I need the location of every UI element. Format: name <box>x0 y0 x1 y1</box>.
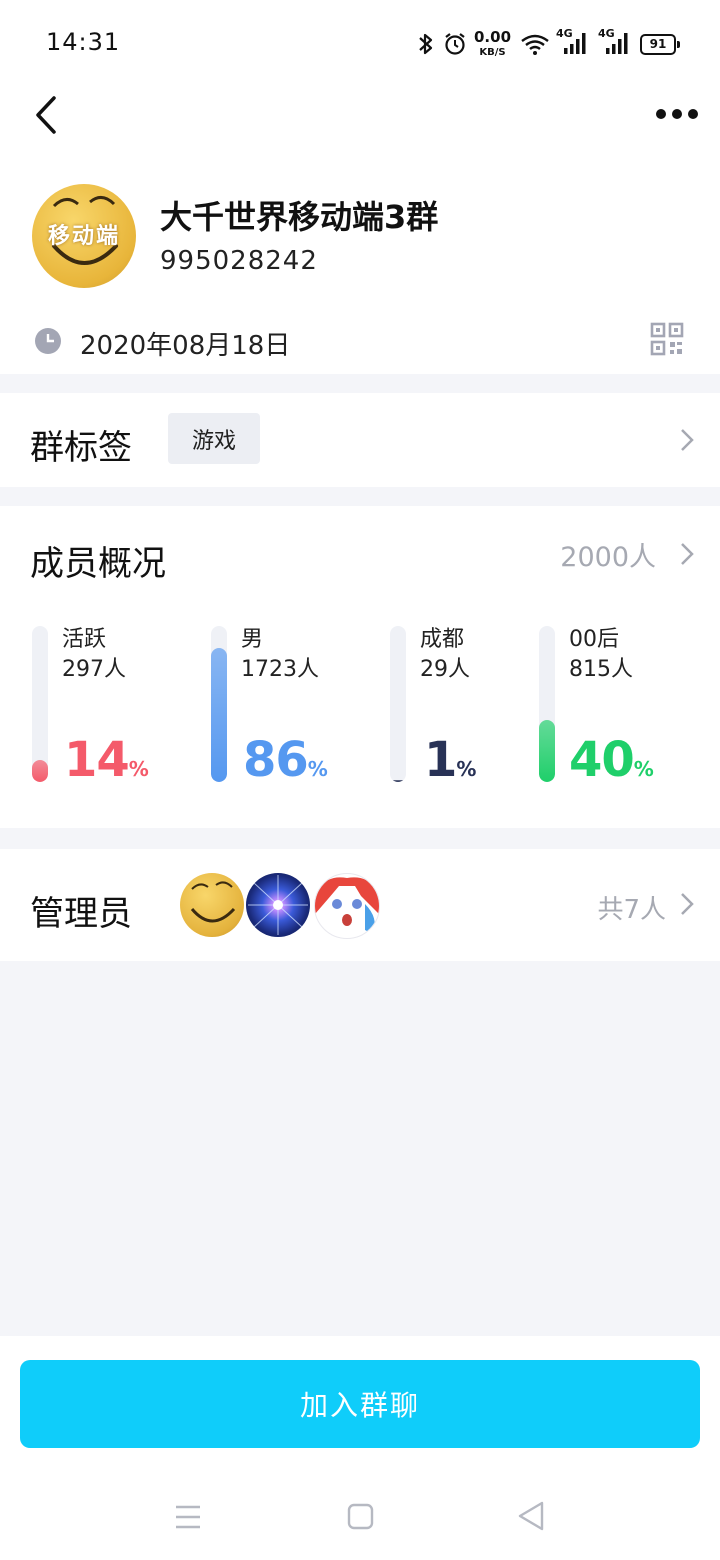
stat-count: 815人 <box>569 657 633 682</box>
back-triangle-icon <box>518 1501 544 1531</box>
stat-city: 成都 29人 1% <box>390 624 530 794</box>
members-count: 2000人 <box>560 542 656 573</box>
qr-code-button[interactable] <box>650 322 684 356</box>
net-speed-unit: KB/S <box>479 47 506 58</box>
bluetooth-icon <box>416 30 436 58</box>
stat-label: 00后 <box>569 627 619 652</box>
stat-age: 00后 815人 40% <box>539 624 699 794</box>
wifi-icon <box>520 30 550 58</box>
signal-icon: 4G <box>556 27 588 58</box>
percent-sign: % <box>633 757 654 781</box>
stat-bar-track <box>539 626 555 782</box>
stat-bar-track <box>211 626 227 782</box>
chevron-right-icon <box>676 890 698 918</box>
group-name: 大千世界移动端3群 <box>160 198 439 236</box>
nav-menu-button[interactable] <box>170 1500 206 1534</box>
stat-percent: 1% <box>424 732 476 788</box>
clock-icon <box>34 327 62 355</box>
battery-level: 91 <box>640 33 676 55</box>
stat-bar-track <box>390 626 406 782</box>
stat-percent: 86% <box>243 732 328 788</box>
stat-percent: 40% <box>569 732 654 788</box>
tag-chip: 游戏 <box>168 413 260 464</box>
stat-count: 1723人 <box>241 657 319 682</box>
admin-avatar[interactable] <box>246 873 310 937</box>
tags-title: 群标签 <box>30 428 132 468</box>
stat-bar-fill <box>211 648 227 782</box>
admins-title: 管理员 <box>30 894 132 934</box>
home-square-icon <box>347 1503 374 1530</box>
group-id: 995028242 <box>160 246 318 276</box>
chevron-right-icon <box>676 540 698 568</box>
stat-label: 成都 <box>420 627 465 652</box>
admin-avatar[interactable] <box>180 873 244 937</box>
stat-label: 活跃 <box>62 627 107 652</box>
stat-percent-value: 86 <box>243 732 309 788</box>
stat-bar-fill <box>32 760 48 782</box>
stat-percent-value: 1 <box>424 732 457 788</box>
stat-male: 男 1723人 86% <box>211 624 371 794</box>
qr-code-icon <box>650 322 684 356</box>
status-time: 14:31 <box>46 28 121 56</box>
avatar-text: 移动端 <box>47 224 120 249</box>
stat-percent-value: 14 <box>64 732 130 788</box>
stat-percent: 14% <box>64 732 149 788</box>
net-speed-value: 0.00 <box>474 28 512 46</box>
stat-percent-value: 40 <box>569 732 635 788</box>
stat-label: 男 <box>241 627 264 652</box>
nav-home-button[interactable] <box>344 1500 378 1534</box>
stat-count: 29人 <box>420 657 470 682</box>
signal-icon-2: 4G <box>598 27 630 58</box>
chevron-left-icon <box>36 96 56 134</box>
stat-bar-track <box>32 626 48 782</box>
net-speed: 0.00 KB/S <box>474 28 512 59</box>
created-date: 2020年08月18日 <box>80 331 291 361</box>
stat-active: 活跃 297人 14% <box>32 624 192 794</box>
admin-avatar[interactable] <box>314 873 380 939</box>
chevron-right-icon <box>676 426 698 454</box>
back-button[interactable] <box>28 92 68 138</box>
members-title: 成员概况 <box>30 544 166 584</box>
admins-count: 共7人 <box>597 895 666 925</box>
menu-icon <box>176 1505 200 1529</box>
stat-bar-fill <box>390 780 406 782</box>
join-group-button[interactable]: 加入群聊 <box>20 1360 700 1448</box>
percent-sign: % <box>456 757 477 781</box>
stat-bar-fill <box>539 720 555 782</box>
nav-back-button[interactable] <box>514 1498 548 1534</box>
more-dots-icon <box>656 109 698 119</box>
percent-sign: % <box>307 757 328 781</box>
alarm-icon <box>442 30 468 58</box>
battery-icon: 91 <box>640 30 680 58</box>
group-avatar[interactable]: 移动端 <box>32 184 136 288</box>
percent-sign: % <box>128 757 149 781</box>
more-button[interactable] <box>652 100 702 128</box>
stat-count: 297人 <box>62 657 126 682</box>
